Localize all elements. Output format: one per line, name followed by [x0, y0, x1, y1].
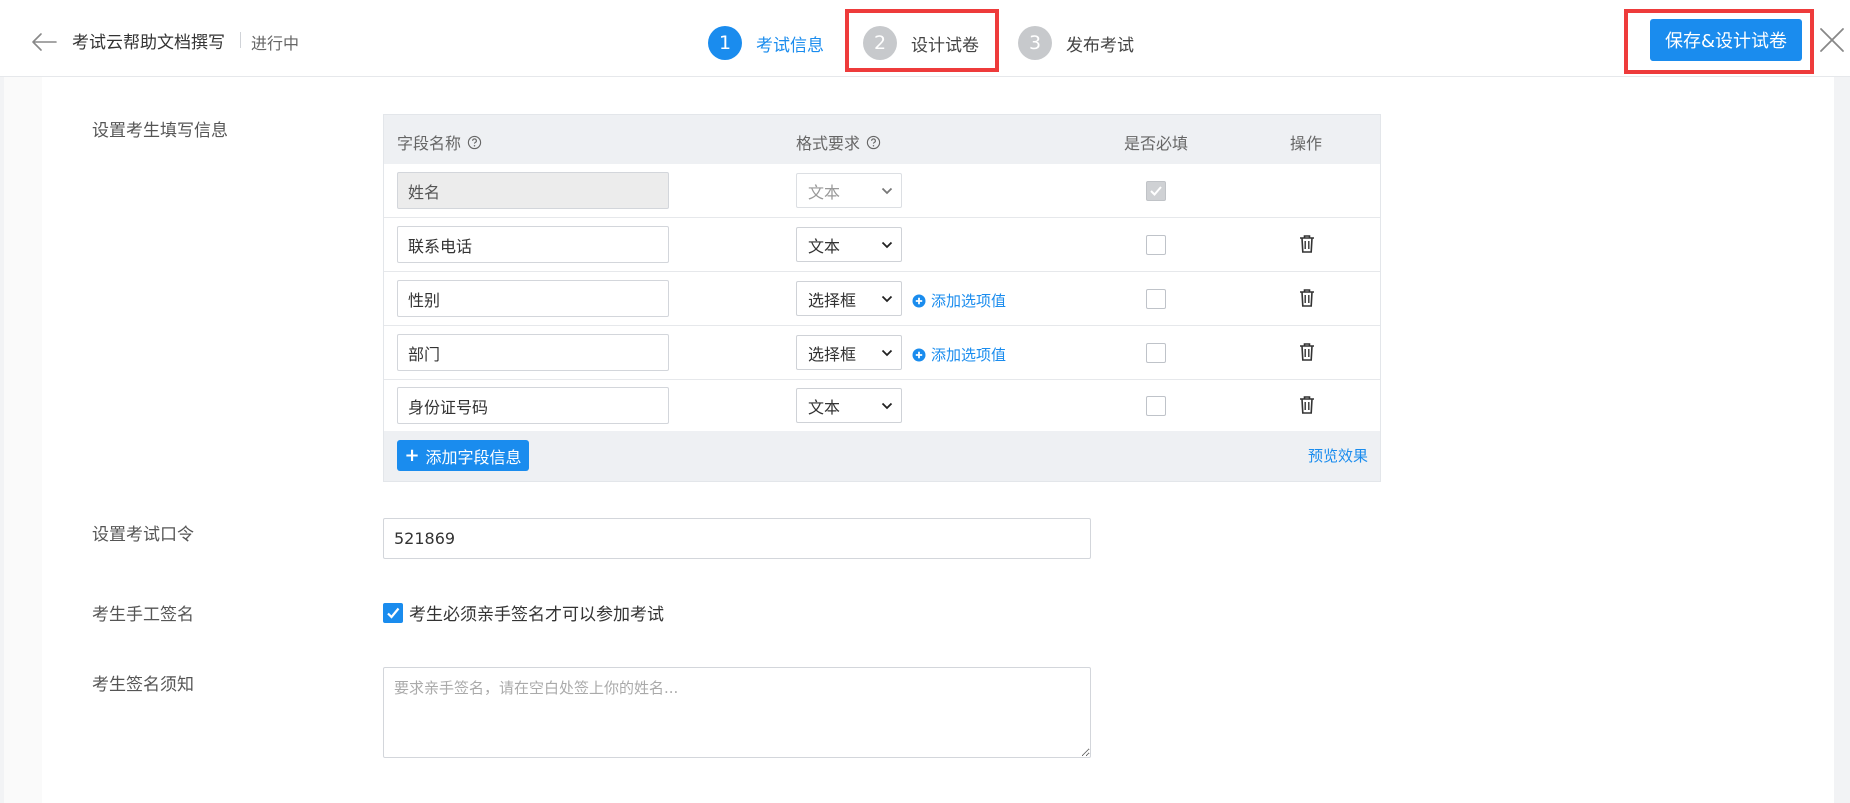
highlight-box-save-button [1624, 9, 1814, 74]
trash-icon[interactable] [1298, 395, 1316, 415]
preview-link[interactable]: 预览效果 [1308, 445, 1368, 466]
chevron-down-icon [881, 402, 893, 410]
table-row: 选择框 添加选项值 [384, 272, 1380, 326]
fields-section-label: 设置考生填写信息 [92, 121, 228, 141]
plus-circle-icon [912, 294, 926, 307]
close-icon[interactable] [1818, 26, 1846, 54]
required-checkbox[interactable] [1146, 235, 1166, 255]
table-row: 文本 [384, 379, 1380, 431]
column-required: 是否必填 [1124, 130, 1188, 154]
step-number: 3 [1018, 26, 1052, 60]
column-label: 操作 [1290, 134, 1323, 153]
add-option-link[interactable]: 添加选项值 [912, 344, 1006, 365]
back-arrow-icon[interactable] [28, 26, 60, 58]
column-field-name: 字段名称 [397, 130, 482, 154]
table-row: 选择框 添加选项值 [384, 326, 1380, 380]
check-icon [387, 607, 400, 619]
exam-code-input[interactable] [383, 518, 1091, 559]
format-select[interactable]: 文本 [796, 388, 902, 423]
field-name-input[interactable] [397, 334, 669, 371]
plus-icon: + [404, 445, 420, 466]
exam-code-label: 设置考试口令 [92, 525, 194, 545]
candidate-fields-table: 字段名称 格式要求 是否必填 操作 文本 [383, 114, 1381, 482]
check-icon [1150, 186, 1162, 196]
column-label: 是否必填 [1124, 134, 1189, 153]
add-field-label: 添加字段信息 [425, 447, 522, 467]
format-select-value: 文本 [808, 397, 841, 417]
format-select[interactable]: 选择框 [796, 281, 902, 316]
step-label: 考试信息 [756, 35, 824, 56]
step-publish-exam[interactable]: 3 发布考试 [1018, 26, 1134, 60]
signature-checkbox-label: 考生必须亲手签名才可以参加考试 [409, 605, 664, 625]
required-checkbox[interactable] [1146, 343, 1166, 363]
chevron-down-icon [881, 241, 893, 249]
field-name-input[interactable] [397, 387, 669, 424]
field-name-input [397, 172, 669, 209]
field-name-input[interactable] [397, 226, 669, 263]
column-format: 格式要求 [796, 130, 881, 154]
table-header: 字段名称 格式要求 是否必填 操作 [384, 115, 1380, 164]
table-row: 文本 [384, 164, 1380, 218]
step-exam-info[interactable]: 1 考试信息 [708, 26, 824, 60]
column-ops: 操作 [1290, 130, 1322, 154]
format-select[interactable]: 文本 [796, 227, 902, 262]
required-checkbox [1146, 181, 1166, 201]
field-name-input[interactable] [397, 280, 669, 317]
format-select-value: 选择框 [808, 290, 857, 310]
table-row: 文本 [384, 218, 1380, 272]
highlight-box-design-step [845, 9, 999, 72]
format-select: 文本 [796, 173, 902, 208]
format-select-value: 文本 [808, 236, 841, 256]
trash-icon[interactable] [1298, 288, 1316, 308]
format-select-value: 选择框 [808, 344, 857, 364]
chevron-down-icon [881, 187, 893, 195]
top-bar: 考试云帮助文档撰写 进行中 1 考试信息 2 设计试卷 3 发布考试 保存&设计… [0, 0, 1850, 77]
add-option-link[interactable]: 添加选项值 [912, 290, 1006, 311]
step-number: 1 [708, 26, 742, 60]
exam-status: 进行中 [251, 34, 300, 53]
add-option-label: 添加选项值 [931, 292, 1007, 310]
trash-icon[interactable] [1298, 234, 1316, 254]
signature-required-checkbox[interactable] [383, 602, 403, 623]
chevron-down-icon [881, 349, 893, 357]
exam-title: 考试云帮助文档撰写 [72, 33, 225, 53]
column-label: 格式要求 [796, 134, 861, 153]
add-option-label: 添加选项值 [931, 346, 1007, 364]
signature-checkbox-row[interactable]: 考生必须亲手签名才可以参加考试 [383, 600, 664, 625]
format-select[interactable]: 选择框 [796, 335, 902, 370]
signature-notice-textarea[interactable] [383, 667, 1091, 758]
chevron-down-icon [881, 295, 893, 303]
plus-circle-icon [912, 348, 926, 361]
required-checkbox[interactable] [1146, 396, 1166, 416]
add-field-button[interactable]: + 添加字段信息 [397, 440, 529, 471]
required-checkbox[interactable] [1146, 289, 1166, 309]
signature-notice-label: 考生签名须知 [92, 675, 194, 695]
help-icon[interactable] [467, 135, 482, 150]
step-label: 发布考试 [1066, 35, 1134, 56]
signature-label: 考生手工签名 [92, 605, 194, 625]
table-footer: + 添加字段信息 预览效果 [384, 431, 1380, 481]
format-select-value: 文本 [808, 182, 841, 202]
title-divider [240, 32, 241, 48]
trash-icon[interactable] [1298, 342, 1316, 362]
column-label: 字段名称 [397, 134, 462, 153]
help-icon[interactable] [866, 135, 881, 150]
